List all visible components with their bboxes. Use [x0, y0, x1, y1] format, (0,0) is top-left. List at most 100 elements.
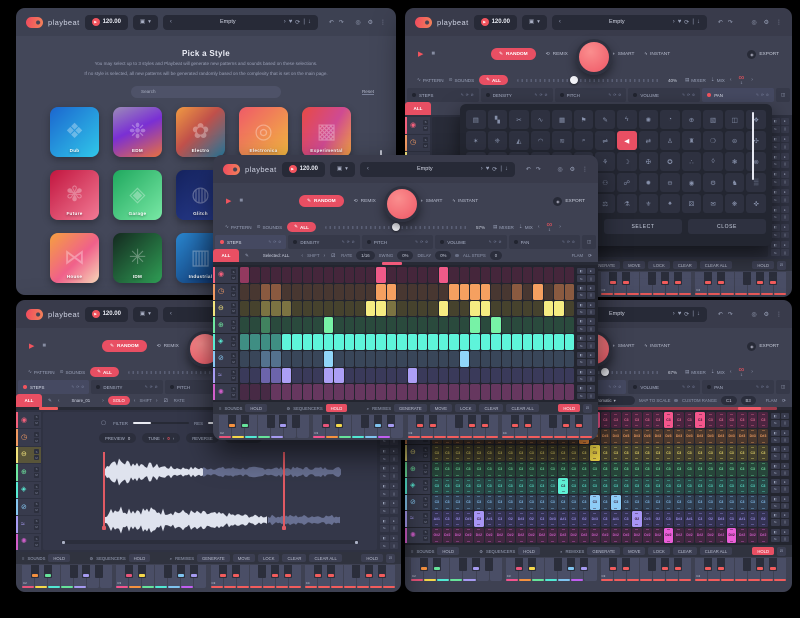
action-clear-all[interactable]: CLEAR ALL — [506, 404, 538, 412]
tab-steps[interactable]: STEPS✎⟳⊘ — [18, 380, 89, 394]
pitch-cell[interactable]: D#2 — [443, 528, 453, 544]
pause-icon[interactable]: ∥ — [781, 249, 790, 256]
undo-icon[interactable]: ↶ — [526, 166, 531, 173]
sound-icon[interactable]: ✶ — [466, 131, 486, 150]
pause-icon[interactable]: ∥ — [781, 536, 790, 542]
pitch-cell[interactable]: C3 — [664, 478, 674, 494]
step-cell[interactable] — [376, 384, 385, 400]
step-cell[interactable] — [565, 284, 574, 300]
mute-button[interactable]: M — [34, 542, 39, 547]
step-cell[interactable] — [470, 301, 479, 317]
knob-icon[interactable]: ● — [587, 369, 596, 375]
sidebar-track-fx[interactable]: ✺SM — [16, 534, 41, 550]
step-cell[interactable] — [491, 267, 500, 283]
pause-icon[interactable]: ∥ — [781, 232, 790, 239]
tab-mini-icon[interactable]: ⊘ — [471, 93, 474, 97]
sidebar-track-hihat-open[interactable]: ⊕SM — [405, 462, 430, 478]
tab-mini-icon[interactable]: ✎ — [461, 93, 464, 97]
step-cell[interactable] — [324, 317, 333, 333]
rate-value[interactable]: 1/16 — [356, 251, 374, 260]
step-cell[interactable] — [366, 384, 375, 400]
swap-icon[interactable]: ⇆ — [771, 486, 780, 492]
refresh-icon[interactable]: ⟳ — [684, 311, 689, 318]
mute-button[interactable]: M — [34, 508, 39, 513]
filter-power-icon[interactable]: ◯ — [101, 420, 106, 426]
pause-icon[interactable]: ∥ — [587, 376, 596, 382]
pitch-cell[interactable]: D#3 — [516, 511, 526, 527]
piano-black-key[interactable] — [31, 565, 39, 578]
mute-button[interactable]: M — [34, 438, 39, 443]
sidebar-track-hihat-closed[interactable]: ⊖SM — [213, 301, 238, 317]
pause-icon[interactable]: ∥ — [781, 126, 790, 133]
pitch-cell[interactable]: C3 — [537, 511, 547, 527]
step-cell[interactable] — [387, 334, 396, 350]
knob-icon[interactable]: ● — [781, 224, 790, 231]
speaker-icon[interactable]: ◧ — [771, 529, 780, 535]
loop-prev-icon[interactable]: ‹ — [538, 224, 540, 230]
step-cell[interactable] — [271, 301, 280, 317]
step-cell[interactable] — [533, 368, 542, 384]
step-cell[interactable] — [334, 334, 343, 350]
pattern-bank-button[interactable]: ▣▾ — [522, 15, 547, 30]
step-cell[interactable] — [250, 384, 259, 400]
step-cell[interactable] — [292, 301, 301, 317]
step-cell[interactable] — [334, 267, 343, 283]
swap-icon[interactable]: ⇆ — [771, 536, 780, 542]
piano-black-key[interactable] — [70, 565, 78, 578]
solo-button[interactable]: S — [34, 449, 39, 454]
remix-button[interactable]: ⟲REMIX — [546, 52, 568, 57]
pitch-cell[interactable]: D#3 — [758, 429, 768, 445]
swing-value[interactable]: 0% — [397, 251, 413, 260]
download-icon[interactable]: ↓ — [697, 311, 700, 317]
sidebar-track-hihat-open[interactable]: ⊕SM — [16, 464, 41, 480]
refresh-icon[interactable]: ⟳ — [492, 166, 497, 173]
remixes-hold-button[interactable]: HOLD — [558, 404, 580, 412]
pitch-cell[interactable]: C3 — [590, 445, 600, 461]
step-cell[interactable] — [292, 384, 301, 400]
step-cell[interactable] — [261, 317, 270, 333]
step-cell[interactable] — [324, 351, 333, 367]
pitch-cell[interactable]: C3 — [569, 462, 579, 478]
pitch-cell[interactable]: C3 — [622, 445, 632, 461]
step-cell[interactable] — [418, 301, 427, 317]
pitch-cell[interactable]: C3 — [632, 445, 642, 461]
piano-black-key[interactable] — [472, 558, 480, 571]
favorite-icon[interactable]: ♥ — [678, 311, 682, 317]
download-icon[interactable]: ↓ — [308, 19, 311, 25]
step-cell[interactable] — [387, 368, 396, 384]
swap-icon[interactable]: ⇆ — [771, 249, 780, 256]
pitch-cell[interactable]: D#2 — [664, 528, 674, 544]
step-cell[interactable] — [565, 317, 574, 333]
swap-icon[interactable]: ⇆ — [771, 143, 780, 150]
step-cell[interactable] — [533, 334, 542, 350]
step-cell[interactable] — [502, 368, 511, 384]
mix-button[interactable]: ⇣MIX — [519, 224, 533, 230]
speaker-icon[interactable]: ◧ — [771, 189, 780, 196]
knob-icon[interactable]: ● — [587, 268, 596, 274]
step-cell[interactable] — [397, 284, 406, 300]
knob-icon[interactable]: ● — [390, 448, 399, 455]
mute-button[interactable]: M — [423, 486, 428, 491]
step-cell[interactable] — [428, 334, 437, 350]
pitch-cell[interactable]: C3 — [664, 462, 674, 478]
solo-button[interactable]: S — [34, 432, 39, 437]
piano-black-key[interactable] — [468, 415, 476, 428]
knob-icon[interactable]: ● — [781, 153, 790, 160]
step-cell[interactable] — [345, 334, 354, 350]
step-cell[interactable] — [428, 267, 437, 283]
tab-mini-icon[interactable]: ⟳ — [761, 385, 764, 389]
sounds-toggle[interactable]: ⊙SOUNDS — [257, 224, 283, 230]
step-cell[interactable] — [334, 284, 343, 300]
tab-mini-icon[interactable]: ⊘ — [425, 240, 428, 244]
mute-button[interactable]: M — [34, 473, 39, 478]
step-cell[interactable] — [292, 267, 301, 283]
swap-icon[interactable]: ⇆ — [577, 342, 586, 348]
sound-icon[interactable]: ❈ — [488, 131, 508, 150]
step-cell[interactable] — [460, 368, 469, 384]
pitch-cell[interactable]: D#2 — [758, 528, 768, 544]
kebab-menu-icon[interactable]: ⋮ — [380, 19, 386, 26]
pitch-cell[interactable]: C3 — [611, 445, 621, 461]
step-cell[interactable] — [345, 351, 354, 367]
pitch-cell[interactable]: C3 — [622, 495, 632, 511]
kebab-menu-icon[interactable]: ⋮ — [776, 311, 782, 318]
